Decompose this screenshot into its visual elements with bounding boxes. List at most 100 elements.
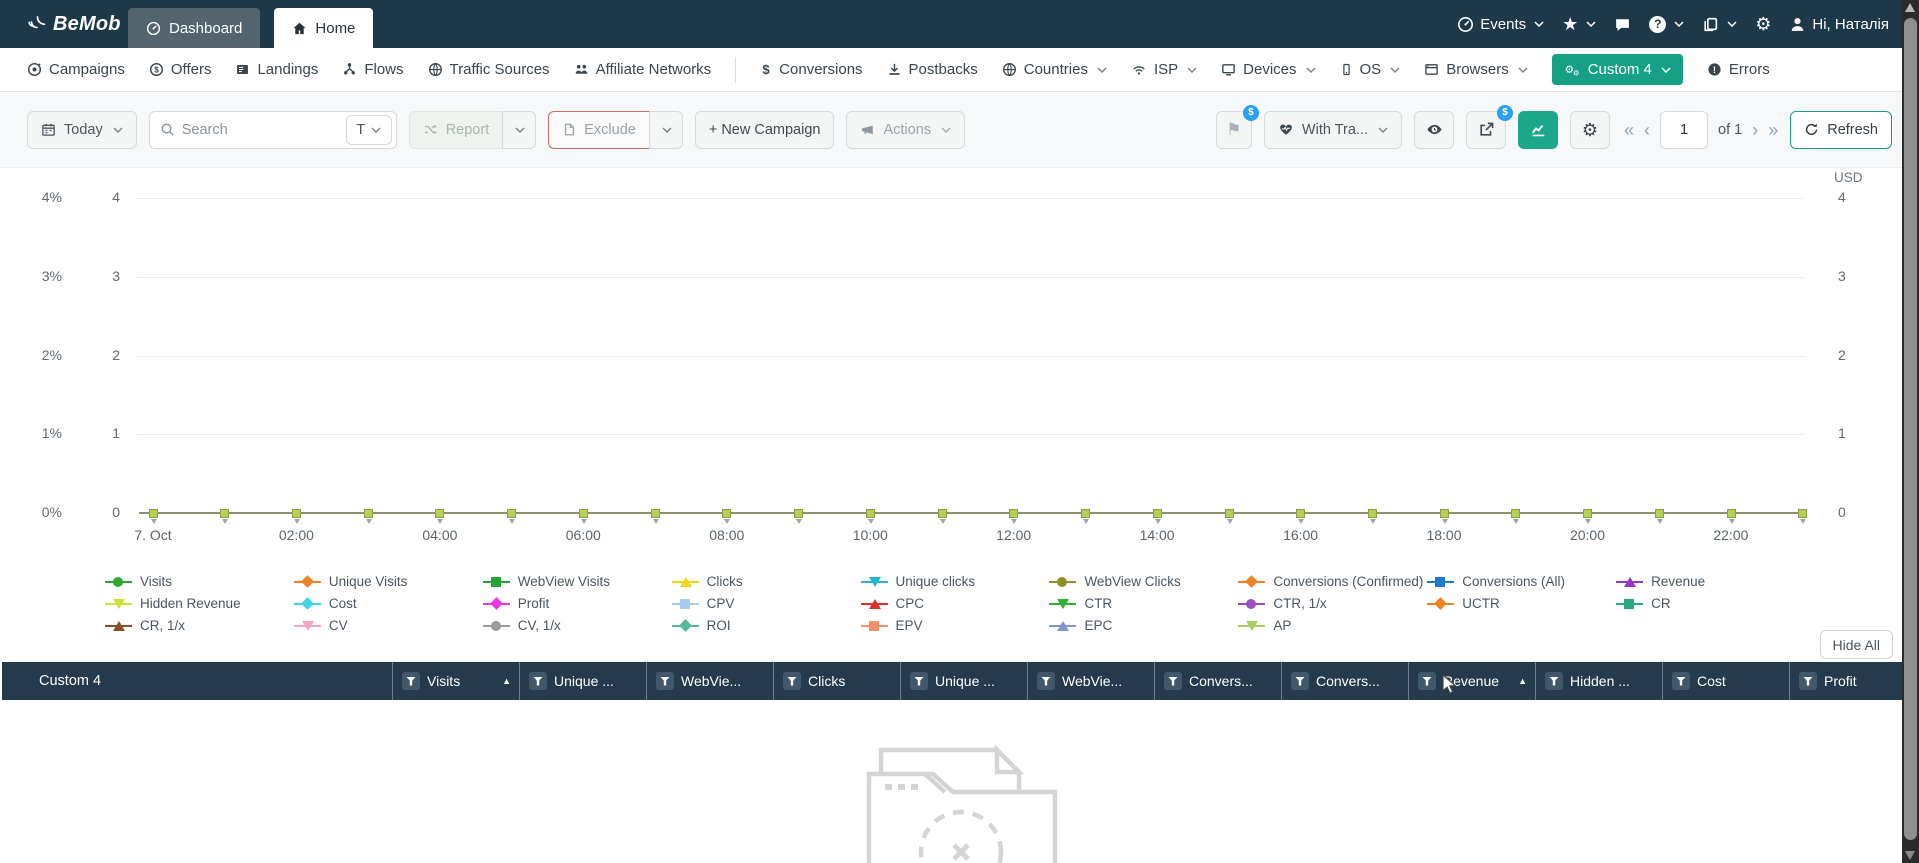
traffic-filter-dropdown[interactable]: With Tra... bbox=[1263, 110, 1402, 149]
legend-item-unique-clicks[interactable]: Unique clicks bbox=[860, 572, 1050, 591]
legend-item-visits[interactable]: Visits bbox=[105, 572, 294, 591]
legend-item-epv[interactable]: EPV bbox=[860, 616, 1050, 635]
date-range-button[interactable]: Today bbox=[27, 110, 137, 149]
filter-funnel-icon[interactable] bbox=[402, 672, 420, 690]
tab-dashboard[interactable]: Dashboard bbox=[128, 8, 261, 48]
chart-data-marker[interactable] bbox=[1726, 508, 1736, 524]
chart-data-marker[interactable] bbox=[1367, 508, 1377, 524]
filter-funnel-icon[interactable] bbox=[1799, 672, 1817, 690]
nav-item-affiliate-networks[interactable]: Affiliate Networks bbox=[574, 61, 711, 78]
table-column-header-convers[interactable]: Convers... bbox=[1154, 662, 1281, 700]
legend-item-conversions-all[interactable]: Conversions (All) bbox=[1427, 572, 1616, 591]
chart-data-marker[interactable] bbox=[865, 508, 875, 524]
legend-item-hidden-revenue[interactable]: Hidden Revenue bbox=[105, 594, 294, 613]
chart-data-marker[interactable] bbox=[1152, 508, 1162, 524]
nav-item-postbacks[interactable]: Postbacks bbox=[887, 61, 978, 78]
visibility-button[interactable] bbox=[1414, 110, 1454, 149]
chart-data-marker[interactable] bbox=[363, 508, 373, 524]
chart-data-marker[interactable] bbox=[1654, 508, 1664, 524]
workspace-menu[interactable] bbox=[1702, 16, 1737, 33]
nav-item-flows[interactable]: Flows bbox=[342, 61, 404, 78]
last-page-button[interactable]: » bbox=[1768, 121, 1778, 139]
events-menu[interactable]: Events bbox=[1457, 16, 1544, 33]
legend-item-clicks[interactable]: Clicks bbox=[671, 572, 861, 591]
nav-item-countries[interactable]: Countries bbox=[1002, 61, 1107, 78]
next-page-button[interactable]: › bbox=[1752, 121, 1758, 139]
report-dropdown-button[interactable] bbox=[502, 110, 537, 149]
table-column-header-webvie[interactable]: WebVie... bbox=[1027, 662, 1154, 700]
legend-item-cr-1-x[interactable]: CR, 1/x bbox=[105, 616, 294, 635]
legend-item-ap[interactable]: AP bbox=[1238, 616, 1427, 635]
filter-funnel-icon[interactable] bbox=[1672, 672, 1690, 690]
table-column-header-profit[interactable]: Profit bbox=[1789, 662, 1916, 700]
chart-data-marker[interactable] bbox=[220, 508, 230, 524]
nav-item-devices[interactable]: Devices bbox=[1221, 61, 1316, 78]
chart-data-marker[interactable] bbox=[1081, 508, 1090, 524]
flag-button[interactable]: $ ⚑ bbox=[1215, 104, 1259, 149]
columns-settings-button[interactable]: ⚙ bbox=[1570, 110, 1610, 149]
bemob-logo[interactable]: BeMob bbox=[27, 0, 121, 48]
legend-item-cost[interactable]: Cost bbox=[293, 594, 483, 613]
nav-item-browsers[interactable]: Browsers bbox=[1424, 61, 1528, 78]
nav-item-os[interactable]: OS bbox=[1340, 61, 1401, 78]
chat-button[interactable] bbox=[1614, 16, 1631, 33]
nav-item-conversions[interactable]: $ Conversions bbox=[760, 61, 863, 78]
nav-item-campaigns[interactable]: Campaigns bbox=[27, 61, 125, 78]
settings-button[interactable]: ⚙ bbox=[1755, 15, 1771, 33]
scrollbar-thumb[interactable] bbox=[1904, 18, 1917, 840]
legend-item-webview-visits[interactable]: WebView Visits bbox=[482, 572, 672, 591]
scroll-up-arrow-icon[interactable] bbox=[1905, 3, 1915, 12]
filter-funnel-icon[interactable] bbox=[529, 672, 547, 690]
nav-item-isp[interactable]: ISP bbox=[1131, 61, 1197, 78]
search-input[interactable] bbox=[181, 121, 339, 138]
table-column-header-clicks[interactable]: Clicks bbox=[773, 662, 900, 700]
filter-funnel-icon[interactable] bbox=[656, 672, 674, 690]
table-column-header-cost[interactable]: Cost bbox=[1662, 662, 1789, 700]
prev-page-button[interactable]: ‹ bbox=[1644, 121, 1650, 139]
exclude-button[interactable]: Exclude bbox=[548, 110, 650, 149]
table-column-header-hidden[interactable]: Hidden ... bbox=[1535, 662, 1662, 700]
legend-item-revenue[interactable]: Revenue bbox=[1616, 572, 1805, 591]
table-column-header-unique[interactable]: Unique ... bbox=[900, 662, 1027, 700]
report-button[interactable]: Report bbox=[408, 110, 504, 149]
chart-data-marker[interactable] bbox=[1798, 508, 1808, 524]
favorites-menu[interactable]: ★ bbox=[1562, 15, 1596, 33]
chart-data-marker[interactable] bbox=[292, 508, 301, 524]
chart-data-marker[interactable] bbox=[507, 508, 517, 524]
legend-item-profit[interactable]: Profit bbox=[482, 594, 672, 613]
nav-item-errors[interactable]: ! Errors bbox=[1707, 61, 1770, 78]
user-menu[interactable]: Hi, Наталія bbox=[1789, 16, 1889, 33]
legend-item-webview-clicks[interactable]: WebView Clicks bbox=[1049, 572, 1238, 591]
legend-item-cpc[interactable]: CPC bbox=[860, 594, 1050, 613]
chart-data-marker[interactable] bbox=[722, 508, 732, 524]
chart-data-marker[interactable] bbox=[1224, 508, 1234, 524]
tab-home[interactable]: Home bbox=[274, 8, 374, 48]
filter-funnel-icon[interactable] bbox=[1418, 672, 1436, 690]
legend-item-uctr[interactable]: UCTR bbox=[1427, 594, 1616, 613]
table-column-header-visits[interactable]: Visits ▲ bbox=[392, 662, 519, 700]
filter-funnel-icon[interactable] bbox=[1037, 672, 1055, 690]
table-column-header-unique[interactable]: Unique ... bbox=[519, 662, 646, 700]
nav-item-custom-4[interactable]: ⚙ ⚙ Custom 4 bbox=[1551, 54, 1683, 85]
filter-funnel-icon[interactable] bbox=[1545, 672, 1563, 690]
first-page-button[interactable]: « bbox=[1624, 121, 1634, 139]
legend-item-conversions-confirmed[interactable]: Conversions (Confirmed) bbox=[1238, 572, 1427, 591]
share-button[interactable]: $ bbox=[1466, 104, 1513, 149]
vertical-scrollbar[interactable] bbox=[1902, 0, 1919, 863]
hide-all-button[interactable]: Hide All bbox=[1819, 630, 1893, 659]
new-campaign-button[interactable]: + New Campaign bbox=[694, 110, 835, 149]
table-group-column-header[interactable]: Custom 4 bbox=[0, 662, 392, 700]
table-column-header-convers[interactable]: Convers... bbox=[1281, 662, 1408, 700]
chart-data-marker[interactable] bbox=[1511, 508, 1521, 524]
chart-data-marker[interactable] bbox=[937, 508, 947, 524]
chart-data-marker[interactable] bbox=[578, 508, 588, 524]
legend-item-cpv[interactable]: CPV bbox=[671, 594, 861, 613]
legend-item-unique-visits[interactable]: Unique Visits bbox=[293, 572, 483, 591]
help-menu[interactable]: ? bbox=[1649, 15, 1684, 33]
chart-data-marker[interactable] bbox=[1583, 508, 1593, 524]
filter-funnel-icon[interactable] bbox=[1291, 672, 1309, 690]
exclude-dropdown-button[interactable] bbox=[648, 110, 683, 149]
search-type-dropdown[interactable]: T bbox=[345, 114, 392, 145]
chart-toggle-button[interactable] bbox=[1518, 110, 1558, 149]
table-column-header-webvie[interactable]: WebVie... bbox=[646, 662, 773, 700]
